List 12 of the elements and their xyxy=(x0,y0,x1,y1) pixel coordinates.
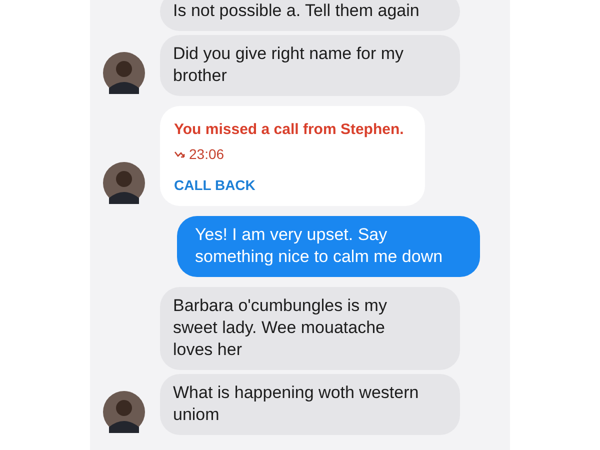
message-bubble: Is not possible a. Tell them again xyxy=(160,0,460,31)
message-bubble: Did you give right name for my brother xyxy=(160,35,460,96)
avatar-icon xyxy=(103,52,145,94)
missed-call-title: You missed a call from Stephen. xyxy=(174,121,405,138)
avatar-icon xyxy=(103,391,145,433)
call-time: 23:06 xyxy=(189,146,224,162)
missed-call-icon xyxy=(174,150,185,158)
call-back-button[interactable]: CALL BACK xyxy=(174,177,256,193)
message-bubble: Barbara o'cumbungles is my sweet lady. Wee mouatache loves her xyxy=(160,287,460,370)
message-bubble: What is happening woth western uniom xyxy=(160,374,460,435)
avatar-icon xyxy=(103,162,145,204)
message-bubble: Yes! I am very upset. Say something nice to calm me down xyxy=(177,216,480,277)
